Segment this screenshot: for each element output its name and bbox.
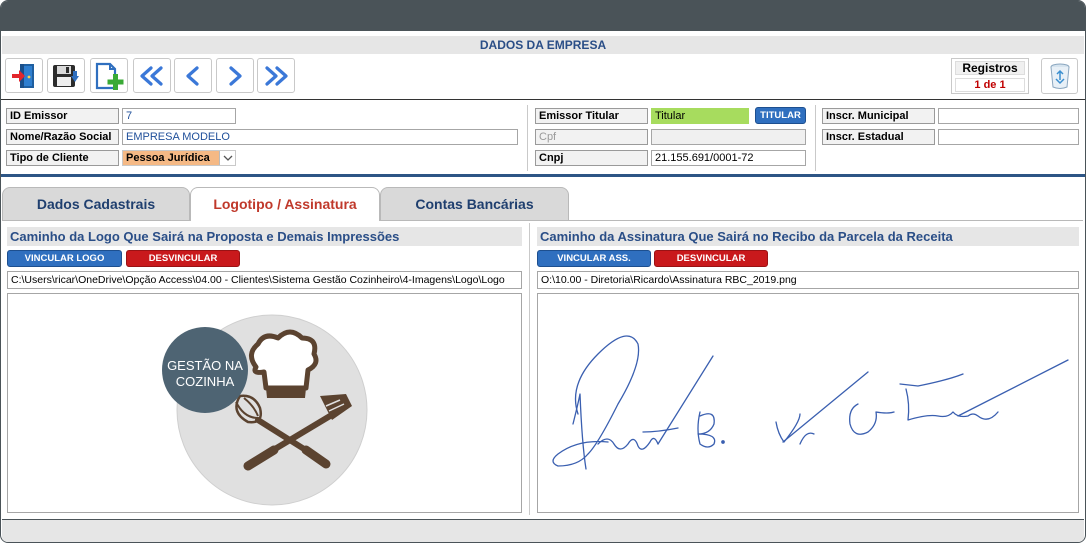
last-record-icon	[265, 65, 288, 86]
inscr-estadual-field[interactable]	[938, 129, 1079, 145]
chevron-down-icon[interactable]	[219, 151, 235, 165]
titular-button[interactable]: TITULAR	[755, 107, 806, 124]
first-record-button[interactable]	[133, 58, 171, 93]
new-record-icon	[95, 62, 124, 90]
desvincular-logo-button[interactable]: DESVINCULAR	[126, 250, 240, 267]
cnpj-field[interactable]: 21.155.691/0001-72	[651, 150, 806, 166]
form-divider-2	[815, 105, 816, 171]
delete-button[interactable]	[1041, 58, 1078, 94]
vincular-assinatura-button[interactable]: VINCULAR ASS.	[537, 250, 651, 267]
new-record-button[interactable]	[90, 58, 128, 93]
logo-image-box[interactable]: GESTÃO NA COZINHA	[7, 293, 522, 513]
panel-divider	[529, 223, 530, 515]
form-divider-1	[527, 105, 528, 171]
signature-image	[552, 335, 1069, 470]
toolbar-divider	[1, 99, 1085, 100]
inscr-estadual-label: Inscr. Estadual	[822, 129, 935, 145]
cpf-label: Cpf	[535, 129, 648, 145]
cnpj-label: Cnpj	[535, 150, 648, 166]
tab-logotipo-assinatura[interactable]: Logotipo / Assinatura	[190, 187, 380, 221]
company-data-window: DADOS DA EMPRESA Registros 1 de 1 ID Emi…	[0, 0, 1086, 543]
records-count: 1 de 1	[955, 78, 1025, 92]
exit-icon	[12, 63, 34, 88]
signature-path-field[interactable]: O:\10.00 - Diretoria\Ricardo\Assinatura …	[537, 271, 1079, 289]
recycle-bin-icon	[1050, 63, 1069, 89]
tipo-cliente-select[interactable]: Pessoa Jurídica	[122, 150, 236, 166]
page-title: DADOS DA EMPRESA	[2, 36, 1084, 54]
logo-section-title: Caminho da Logo Que Sairá na Proposta e …	[7, 227, 522, 246]
signature-image-box[interactable]	[537, 293, 1079, 513]
next-record-icon	[229, 65, 242, 86]
tab-contas-bancarias[interactable]: Contas Bancárias	[380, 187, 569, 220]
section-divider	[1, 174, 1085, 177]
id-emissor-label: ID Emissor	[6, 108, 119, 124]
exit-button[interactable]	[5, 58, 43, 93]
first-record-icon	[140, 65, 163, 86]
previous-record-icon	[186, 65, 199, 86]
status-footer	[2, 519, 1084, 542]
records-box: Registros 1 de 1	[951, 58, 1029, 94]
vincular-logo-button[interactable]: VINCULAR LOGO	[7, 250, 122, 267]
logo-text-line2: COZINHA	[176, 374, 235, 389]
save-icon	[53, 64, 79, 87]
emissor-titular-label: Emissor Titular	[535, 108, 648, 124]
tipo-cliente-value: Pessoa Jurídica	[126, 152, 210, 164]
nome-field[interactable]: EMPRESA MODELO	[122, 129, 518, 145]
inscr-municipal-label: Inscr. Municipal	[822, 108, 935, 124]
tipo-cliente-label: Tipo de Cliente	[6, 150, 119, 166]
records-title: Registros	[955, 61, 1025, 75]
logo-path-field[interactable]: C:\Users\ricar\OneDrive\Opção Access\04.…	[7, 271, 522, 289]
window-title-bar[interactable]	[1, 1, 1085, 31]
save-button[interactable]	[47, 58, 85, 93]
id-emissor-field[interactable]: 7	[122, 108, 236, 124]
logo-text-line1: GESTÃO NA	[167, 358, 243, 373]
signature-section-title: Caminho da Assinatura Que Sairá no Recib…	[537, 227, 1079, 246]
next-record-button[interactable]	[216, 58, 254, 93]
desvincular-assinatura-button[interactable]: DESVINCULAR	[654, 250, 768, 267]
emissor-titular-field[interactable]: Titular	[651, 108, 749, 124]
logo-image: GESTÃO NA COZINHA	[162, 314, 368, 506]
last-record-button[interactable]	[257, 58, 295, 93]
nome-label: Nome/Razão Social	[6, 129, 119, 145]
cpf-field[interactable]	[651, 129, 806, 145]
inscr-municipal-field[interactable]	[938, 108, 1079, 124]
title-strip	[1, 31, 1085, 35]
tab-dados-cadastrais[interactable]: Dados Cadastrais	[2, 187, 190, 220]
previous-record-button[interactable]	[174, 58, 212, 93]
